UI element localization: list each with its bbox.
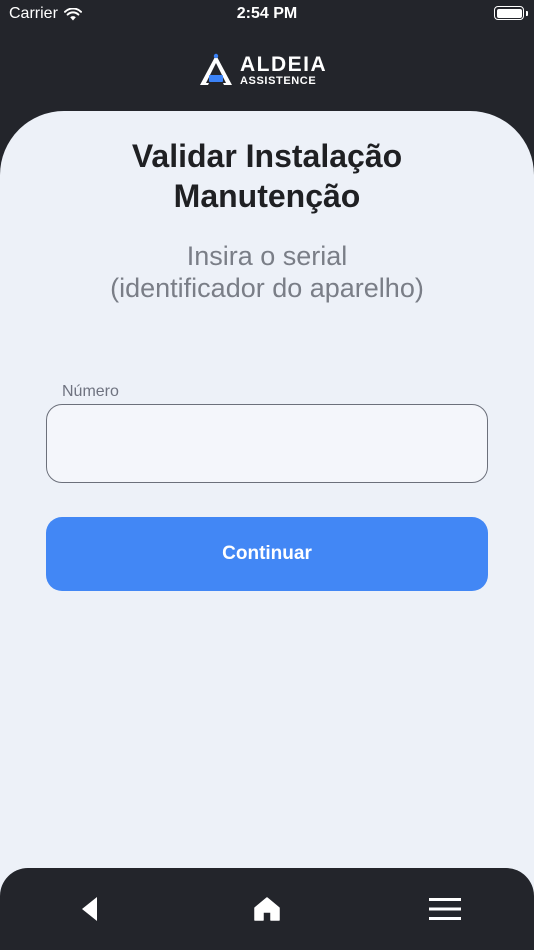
- title-line-1: Validar Instalação: [131, 138, 403, 174]
- nav-home-button[interactable]: [247, 892, 287, 926]
- battery-icon: [494, 6, 524, 20]
- home-icon: [254, 897, 280, 921]
- subtitle-line-2: (identificador do aparelho): [110, 273, 424, 303]
- number-field-label: Número: [62, 383, 119, 400]
- main-card: [0, 111, 534, 911]
- nav-back-button[interactable]: [70, 892, 110, 926]
- status-bar: Carrier 2:54 PM: [0, 0, 534, 28]
- app-logo: ALDEIA ASSISTENCE: [198, 52, 338, 88]
- continue-button[interactable]: Continuar: [46, 517, 488, 591]
- clock: 2:54 PM: [236, 5, 298, 22]
- number-input[interactable]: [46, 404, 488, 483]
- logo-mark-icon: [200, 53, 232, 85]
- subtitle-line-1: Insira o serial: [186, 241, 348, 271]
- page-title: Validar Instalação Manutenção: [0, 136, 534, 216]
- logo-tagline: ASSISTENCE: [240, 74, 317, 87]
- menu-icon: [429, 898, 461, 920]
- page-subtitle: Insira o serial (identificador do aparel…: [0, 240, 534, 304]
- battery-tip: [526, 11, 528, 16]
- bottom-nav: [0, 868, 534, 950]
- back-icon: [82, 897, 97, 921]
- nav-menu-button[interactable]: [425, 892, 465, 926]
- logo-name: ALDEIA: [240, 52, 328, 76]
- screen: Carrier 2:54 PM ALDEIA ASSISTENCE Valida…: [0, 0, 534, 950]
- title-line-2: Manutenção: [173, 178, 361, 214]
